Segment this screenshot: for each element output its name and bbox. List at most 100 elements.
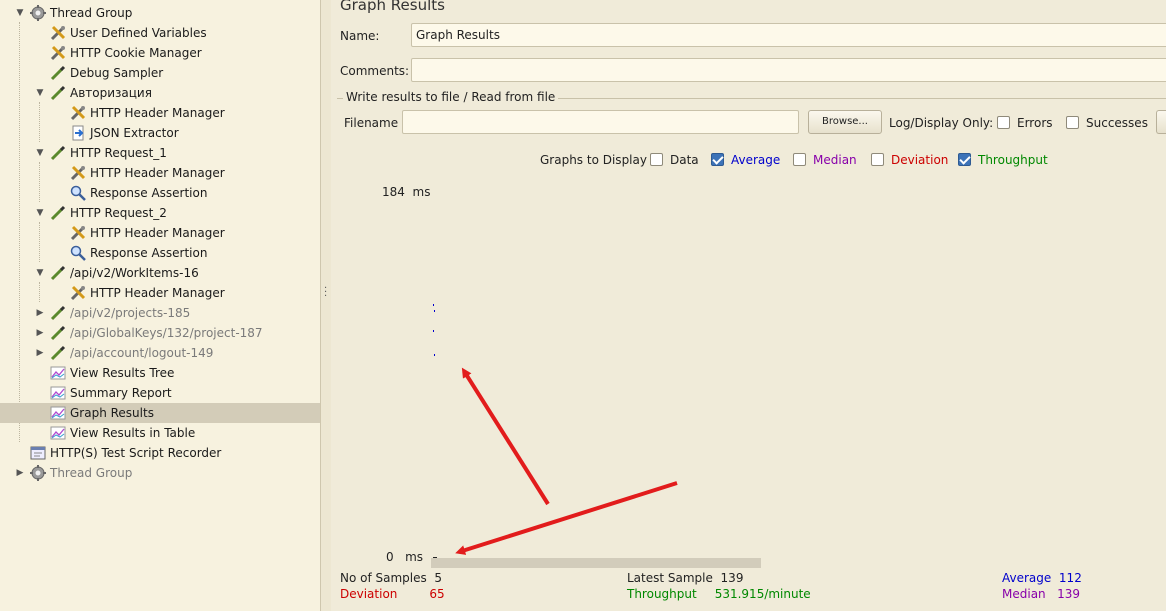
graph-option-data-checkbox[interactable] [650,153,663,166]
tree-node-label: HTTP Cookie Manager [70,46,202,60]
pipette-icon [49,84,67,102]
graph-option-median-checkbox[interactable] [793,153,806,166]
tree-node-label: Thread Group [50,6,133,20]
tree-node[interactable]: HTTP Header Manager [54,223,225,243]
pipette-icon [49,264,67,282]
throughput-stat: Throughput 531.915/minute [627,587,811,601]
successes-checkbox[interactable] [1066,116,1079,129]
graphs-to-display-label: Graphs to Display [540,153,647,167]
tree-node[interactable]: User Defined Variables [34,23,207,43]
collapse-arrow-icon[interactable]: ▼ [34,203,46,223]
graph-point [433,330,434,333]
y-axis-bottom-label: 0 ms [386,550,424,564]
comments-field[interactable] [411,58,1166,82]
graph-icon [49,364,67,382]
gear-icon [29,464,47,482]
successes-label: Successes [1086,116,1148,130]
graph-option-throughput-checkbox[interactable] [958,153,971,166]
collapse-arrow-icon[interactable]: ▼ [14,3,26,23]
pipette-icon [49,64,67,82]
wrench-screwdriver-icon [69,284,87,302]
tree-node[interactable]: ▼ Авторизация [34,83,152,103]
magnifier-icon [69,244,87,262]
tree-node[interactable]: View Results in Table [34,423,195,443]
collapse-arrow-icon[interactable]: ▼ [34,83,46,103]
tree-node-label: View Results Tree [70,366,175,380]
tree-node[interactable]: ▶ Thread Group [14,463,132,483]
graph-option-throughput-label: Throughput [978,153,1048,167]
panel-splitter[interactable]: · · · [321,0,331,611]
tree-node-label: /api/v2/WorkItems-16 [70,266,199,280]
name-field[interactable]: Graph Results [411,23,1166,47]
collapse-arrow-icon[interactable]: ▼ [34,263,46,283]
tree-node[interactable]: ▼ HTTP Request_1 [34,143,167,163]
log-display-label: Log/Display Only: [889,116,994,130]
tree-node-label: JSON Extractor [90,126,179,140]
tree-node-label: HTTP Header Manager [90,166,225,180]
comments-label: Comments: [340,64,410,78]
graph-option-average-checkbox[interactable] [711,153,724,166]
average-stat: Average 112 [1002,571,1082,585]
tree-node[interactable]: ▶ /api/v2/projects-185 [34,303,190,323]
errors-label: Errors [1017,116,1053,130]
tree-node[interactable]: ▶ /api/GlobalKeys/132/project-187 [34,323,263,343]
tree-node[interactable]: HTTP Header Manager [54,283,225,303]
panel-title: Graph Results [340,0,445,14]
tree-node-label: Response Assertion [90,186,208,200]
arrow-to-zero [455,481,678,555]
expand-arrow-icon[interactable]: ▶ [14,463,26,483]
filename-field[interactable] [402,110,799,134]
graph-option-deviation-label: Deviation [891,153,949,167]
tree-node[interactable]: View Results Tree [34,363,174,383]
tree-node[interactable]: ▼ HTTP Request_2 [34,203,167,223]
graph-option-data-label: Data [670,153,699,167]
wrench-screwdriver-icon [49,44,67,62]
graph-results-panel: Graph Results Name: Graph Results Commen… [331,0,1166,611]
tree-node[interactable]: Response Assertion [54,183,207,203]
tree-node[interactable]: Debug Sampler [34,63,163,83]
graph-icon [49,424,67,442]
tree-node[interactable]: Response Assertion [54,243,207,263]
tree-node-label: HTTP Request_2 [70,206,167,220]
graph-option-deviation-checkbox[interactable] [871,153,884,166]
y-axis-top-label: 184 ms [382,185,431,199]
tree-node-label: HTTP Header Manager [90,226,225,240]
tree-node[interactable]: JSON Extractor [54,123,179,143]
tree-node[interactable]: HTTP Header Manager [54,163,225,183]
samples-stat: No of Samples 5 [340,571,443,585]
file-group-title: Write results to file / Read from file [343,90,559,104]
pipette-icon [49,324,67,342]
tree-node-label: /api/v2/projects-185 [70,306,191,320]
tree-node[interactable]: ▶ /api/account/logout-149 [34,343,213,363]
tree-node[interactable]: HTTP Cookie Manager [34,43,202,63]
tree-node-label: User Defined Variables [70,26,207,40]
expand-arrow-icon[interactable]: ▶ [34,343,46,363]
tree-node-label: View Results in Table [70,426,196,440]
tree-node-label: Авторизация [70,86,152,100]
tree-node[interactable]: ▼ /api/v2/WorkItems-16 [34,263,199,283]
annotation-arrows [455,367,678,555]
tree-node-label: HTTP Request_1 [70,146,167,160]
tree-node[interactable]: Graph Results [0,403,320,423]
configure-button[interactable] [1156,110,1166,134]
name-label: Name: [340,29,380,43]
tree-node[interactable]: HTTP Header Manager [54,103,225,123]
graph-option-median-label: Median [813,153,857,167]
errors-checkbox[interactable] [997,116,1010,129]
tree-node[interactable]: ▼ Thread Group [14,3,132,23]
wrench-screwdriver-icon [69,164,87,182]
expand-arrow-icon[interactable]: ▶ [34,323,46,343]
graph-point [434,310,435,313]
browse-button[interactable]: Browse... [808,110,882,134]
tree-node[interactable]: HTTP(S) Test Script Recorder [14,443,221,463]
tree-node-label: Graph Results [70,406,154,420]
graph-icon [49,384,67,402]
magnifier-icon [69,184,87,202]
expand-arrow-icon[interactable]: ▶ [34,303,46,323]
collapse-arrow-icon[interactable]: ▼ [34,143,46,163]
test-plan-tree[interactable]: ▼ Thread Group User Defined Variables HTTP … [0,0,321,611]
pipette-icon [49,304,67,322]
document-arrow-icon [69,124,87,142]
recorder-icon [29,444,47,462]
tree-node[interactable]: Summary Report [34,383,172,403]
